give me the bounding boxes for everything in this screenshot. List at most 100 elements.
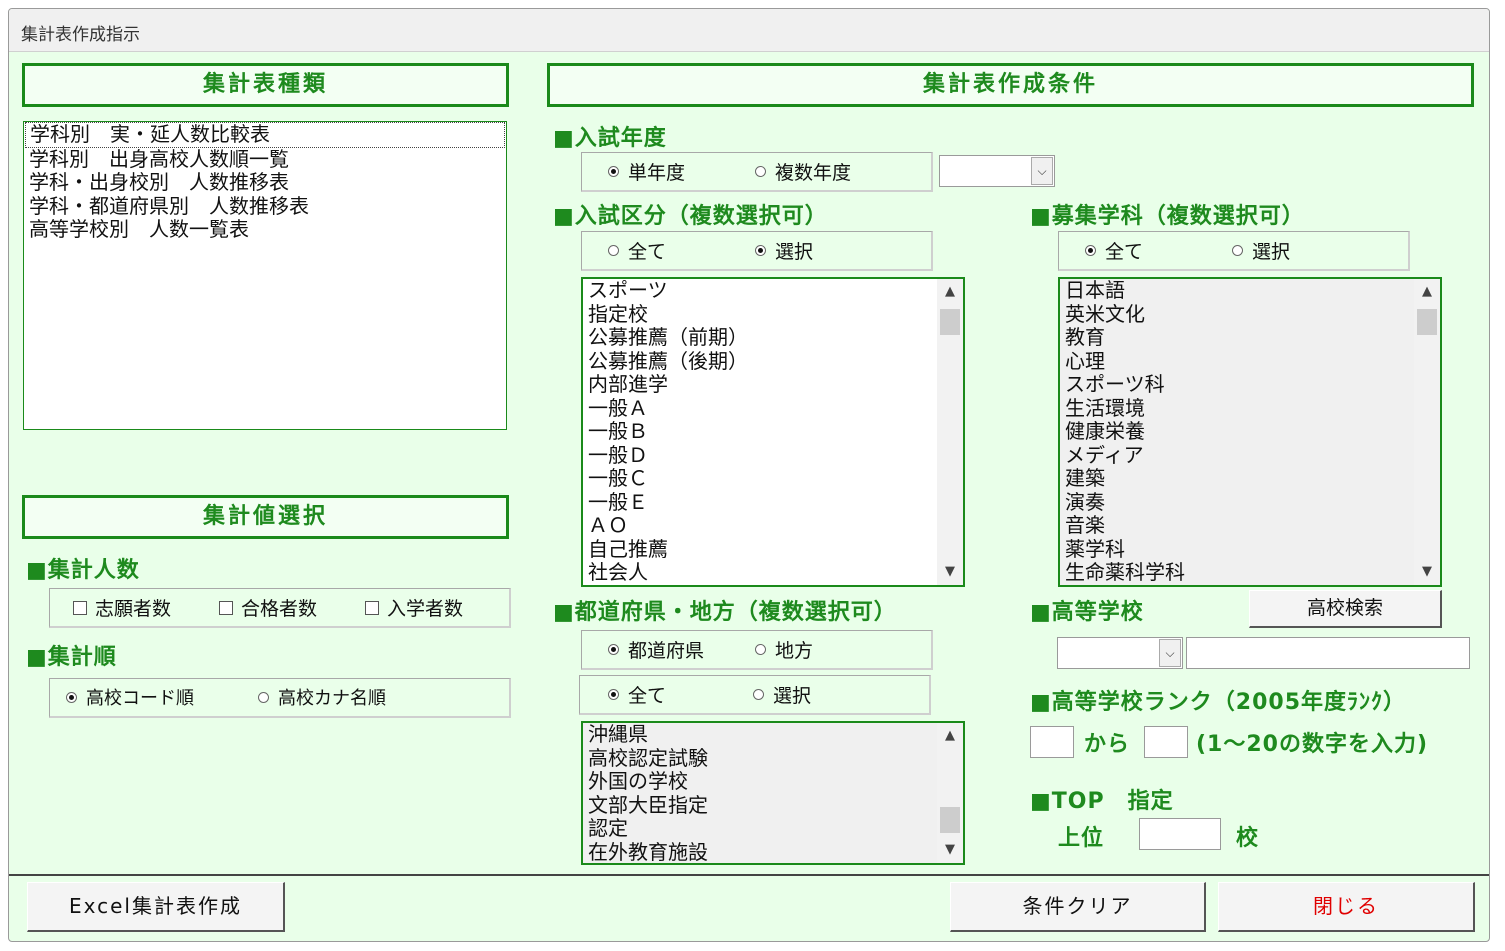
region-radio[interactable]: 地方	[755, 636, 813, 663]
exam-select-radio[interactable]: 選択	[755, 237, 813, 264]
list-item[interactable]: 一般Ｂ	[583, 419, 963, 444]
list-item[interactable]: 音楽	[1060, 513, 1440, 538]
list-item[interactable]: 薬学科	[1060, 537, 1440, 562]
list-item[interactable]: 日本語	[1060, 279, 1440, 303]
list-item[interactable]: スポーツ科	[1060, 372, 1440, 397]
excel-create-button[interactable]: Excel集計表作成	[27, 882, 285, 932]
scroll-thumb[interactable]	[1417, 309, 1437, 335]
radio-selected-icon	[608, 644, 619, 655]
list-item[interactable]: 生命薬科学科	[1060, 560, 1440, 585]
top-count-input[interactable]	[1139, 818, 1221, 850]
multi-year-radio[interactable]: 複数年度	[755, 158, 851, 185]
list-item[interactable]: 在外教育施設	[583, 840, 963, 863]
pref-all-radio[interactable]: 全て	[608, 681, 666, 708]
chevron-up-icon[interactable]: ▲	[937, 725, 963, 747]
pref-select-radio[interactable]: 選択	[753, 681, 811, 708]
list-item[interactable]: 健康栄養	[1060, 419, 1440, 444]
list-item[interactable]: 外国の学校	[583, 769, 963, 794]
list-item[interactable]: 演奏	[1060, 490, 1440, 515]
list-item[interactable]: 公募推薦（前期）	[583, 325, 963, 350]
chevron-up-icon[interactable]: ▲	[937, 281, 963, 303]
school-search-button[interactable]: 高校検索	[1249, 590, 1442, 628]
list-item[interactable]: 文部大臣指定	[583, 793, 963, 818]
chevron-down-icon[interactable]: ⌵	[1031, 157, 1053, 185]
list-item[interactable]: 英米文化	[1060, 302, 1440, 327]
exam-list[interactable]: スポーツ 指定校 公募推薦（前期） 公募推薦（後期） 内部進学 一般Ａ 一般Ｂ …	[581, 277, 965, 587]
list-item[interactable]: スポーツ	[583, 279, 963, 303]
list-item[interactable]: 一般Ｃ	[583, 466, 963, 491]
list-item[interactable]: 学科別 出身高校人数順一覧	[24, 147, 506, 172]
list-item[interactable]: 学科・出身校別 人数推移表	[24, 170, 506, 195]
list-item[interactable]: 内部進学	[583, 372, 963, 397]
list-item[interactable]: 学科別 実・延人数比較表	[25, 122, 505, 148]
passer-checkbox[interactable]: 合格者数	[219, 594, 317, 621]
dept-list[interactable]: 日本語 英米文化 教育 心理 スポーツ科 生活環境 健康栄養 メディア 建築 演…	[1058, 277, 1442, 587]
pref-list[interactable]: 沖縄県 高校認定試験 外国の学校 文部大臣指定 認定 在外教育施設 ▲ ▼	[581, 721, 965, 865]
list-item[interactable]: メディア	[1060, 443, 1440, 468]
chevron-down-icon[interactable]: ▼	[937, 561, 963, 583]
list-item[interactable]: 教育	[1060, 325, 1440, 350]
top-prefix: 上位	[1058, 826, 1105, 851]
list-item[interactable]: 生活環境	[1060, 396, 1440, 421]
window-title: 集計表作成指示	[21, 25, 140, 45]
order-kana-radio[interactable]: 高校カナ名順	[258, 684, 386, 710]
list-item[interactable]: 一般Ｄ	[583, 443, 963, 468]
list-item[interactable]: 高校認定試験	[583, 746, 963, 771]
list-item[interactable]: 一般Ａ	[583, 396, 963, 421]
school-title: ■高等学校	[1030, 600, 1144, 625]
list-item[interactable]: 社会人	[583, 560, 963, 585]
chevron-down-icon[interactable]: ▼	[1414, 561, 1440, 583]
enrollee-checkbox[interactable]: 入学者数	[365, 594, 463, 621]
radio-selected-icon	[1085, 245, 1096, 256]
scroll-thumb[interactable]	[940, 309, 960, 335]
list-item[interactable]: 学科・都道府県別 人数推移表	[24, 194, 506, 219]
school-code-select[interactable]: ⌵	[1057, 637, 1183, 669]
list-item[interactable]: ＡＯ	[583, 513, 963, 538]
clear-conditions-button[interactable]: 条件クリア	[950, 882, 1206, 932]
list-item[interactable]: 自己推薦	[583, 537, 963, 562]
list-item[interactable]: 公募推薦（後期）	[583, 349, 963, 374]
radio-selected-icon	[608, 689, 619, 700]
list-item[interactable]: 一般Ｅ	[583, 490, 963, 515]
list-item[interactable]: 心理	[1060, 349, 1440, 374]
table-type-list[interactable]: 学科別 実・延人数比較表 学科別 出身高校人数順一覧 学科・出身校別 人数推移表…	[23, 121, 507, 430]
applicant-checkbox[interactable]: 志願者数	[73, 594, 171, 621]
list-item[interactable]: 認定	[583, 816, 963, 841]
exam-scrollbar[interactable]: ▲ ▼	[937, 279, 963, 585]
scroll-thumb[interactable]	[940, 807, 960, 833]
dept-mode-group: 全て 選択	[1058, 231, 1410, 271]
pref-title: ■都道府県・地方（複数選択可）	[553, 600, 897, 625]
rank-hint: (1～20の数字を入力)	[1196, 732, 1429, 757]
dept-select-radio[interactable]: 選択	[1232, 237, 1290, 264]
year-select[interactable]: ⌵	[939, 155, 1055, 187]
exam-title: ■入試区分（複数選択可）	[553, 204, 828, 229]
exam-all-radio[interactable]: 全て	[608, 237, 666, 264]
order-group: 高校コード順 高校カナ名順	[49, 678, 511, 718]
top-suffix: 校	[1236, 826, 1260, 851]
rank-to-input[interactable]	[1144, 726, 1188, 758]
main-window: 集計表作成指示 集計表種類 学科別 実・延人数比較表 学科別 出身高校人数順一覧…	[8, 8, 1490, 942]
rank-from-input[interactable]	[1030, 726, 1074, 758]
chevron-down-icon[interactable]: ▼	[937, 839, 963, 861]
count-title: ■集計人数	[26, 558, 140, 583]
pref-radio[interactable]: 都道府県	[608, 636, 704, 663]
chevron-down-icon[interactable]: ⌵	[1159, 639, 1181, 667]
rank-title: ■高等学校ランク（2005年度ﾗﾝｸ）	[1030, 690, 1407, 715]
dept-title: ■募集学科（複数選択可）	[1030, 204, 1305, 229]
title-bar: 集計表作成指示	[9, 9, 1489, 52]
single-year-radio[interactable]: 単年度	[608, 158, 685, 185]
dept-scrollbar[interactable]: ▲ ▼	[1414, 279, 1440, 585]
radio-icon	[1232, 245, 1243, 256]
list-item[interactable]: 建築	[1060, 466, 1440, 491]
order-code-radio[interactable]: 高校コード順	[66, 684, 194, 710]
pref-mode-group: 全て 選択	[579, 675, 931, 715]
list-item[interactable]: 沖縄県	[583, 723, 963, 747]
school-name-field[interactable]	[1186, 637, 1470, 669]
pref-scrollbar[interactable]: ▲ ▼	[937, 723, 963, 863]
list-item[interactable]: 高等学校別 人数一覧表	[24, 217, 506, 242]
list-item[interactable]: 指定校	[583, 302, 963, 327]
chevron-up-icon[interactable]: ▲	[1414, 281, 1440, 303]
dept-all-radio[interactable]: 全て	[1085, 237, 1143, 264]
table-type-header: 集計表種類	[22, 63, 509, 107]
close-button[interactable]: 閉じる	[1218, 882, 1475, 932]
